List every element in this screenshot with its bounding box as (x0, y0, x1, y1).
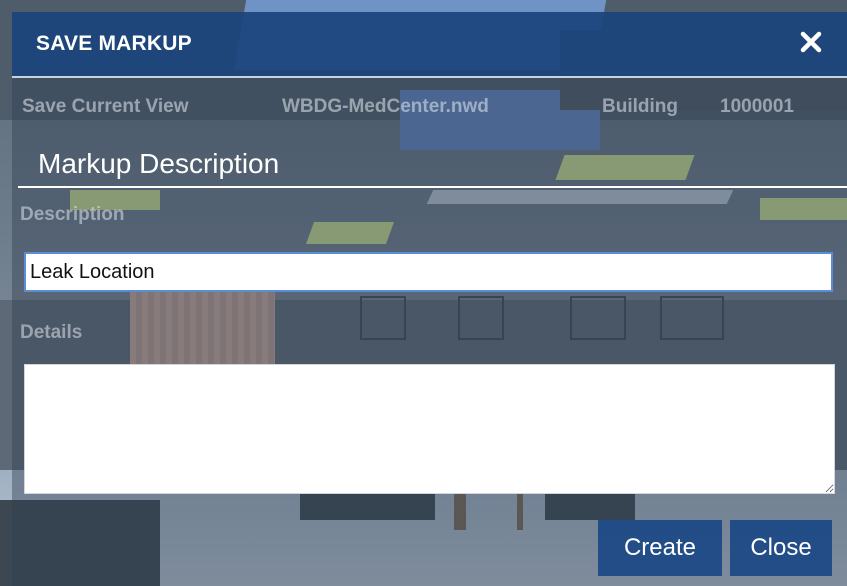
save-markup-dialog: SAVE MARKUP Save Current View WBDG-MedCe… (12, 12, 847, 586)
create-button[interactable]: Create (598, 520, 722, 576)
description-label: Description (20, 204, 125, 225)
description-input[interactable] (24, 252, 833, 292)
dialog-title: SAVE MARKUP (36, 32, 192, 55)
close-icon[interactable] (795, 26, 827, 58)
save-current-view-label: Save Current View (22, 96, 189, 117)
view-info-row: Save Current View WBDG-MedCenter.nwd Bui… (12, 96, 847, 124)
model-name: WBDG-MedCenter.nwd (282, 96, 489, 117)
dialog-header: SAVE MARKUP (12, 12, 847, 78)
dialog-body: Save Current View WBDG-MedCenter.nwd Bui… (12, 78, 847, 586)
close-button[interactable]: Close (730, 520, 832, 576)
details-textarea[interactable] (24, 364, 835, 494)
section-heading: Markup Description (38, 148, 280, 179)
category-label: Building (602, 96, 678, 117)
section-divider (18, 186, 847, 188)
close-icon-glyph (800, 31, 822, 53)
element-id: 1000001 (720, 96, 794, 117)
details-label: Details (20, 322, 83, 343)
